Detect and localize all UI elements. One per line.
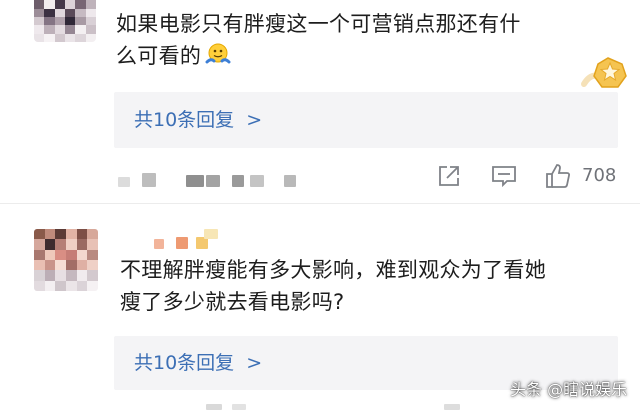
username-blur [154,239,164,249]
comment-meta-blur [250,175,264,187]
comment-text-line: 不理解胖瘦能有多大影响，难到观众为了看她 [120,258,546,282]
comment-meta-blur [232,404,246,410]
watermark: 头条 @瞎说娱乐 [510,380,628,399]
username-blur [204,229,218,239]
comment-divider [0,203,640,204]
comment-meta-blur [186,175,204,187]
reply-count-label: 共10条回复 [134,109,235,131]
like-count: 708 [582,165,617,186]
comment-meta-blur [284,175,296,187]
like-icon [544,162,572,194]
chevron-right-icon: > [246,109,263,131]
view-replies-link[interactable]: 共10条回复 > [134,353,262,373]
comment-text-line: 瘦了多少就去看电影吗? [120,290,345,314]
comment-meta-blur [142,173,156,187]
comment-text: 如果电影只有胖瘦这一个可营销点那还有什 么可看的 [116,8,626,77]
comment-meta-blur [206,175,220,187]
comment-text: 不理解胖瘦能有多大影响，难到观众为了看她 瘦了多少就去看电影吗? [120,254,630,318]
like-button[interactable]: 708 [544,161,620,191]
comment-meta-blur [206,404,222,410]
comment-text-line: 如果电影只有胖瘦这一个可营销点那还有什 [116,12,521,36]
comment-text-line-end: 么可看的 [116,44,202,68]
comment-meta-blur [118,177,130,187]
reply-box[interactable]: 共10条回复 > [114,92,618,148]
comment-text-line: 么可看的 [116,40,626,77]
avatar[interactable] [34,229,98,291]
view-replies-link[interactable]: 共10条回复 > [134,110,262,130]
comment-meta-blur [232,175,244,187]
reply-count-label: 共10条回复 [134,352,235,374]
comment-meta-blur [444,404,460,410]
gold-star-badge-icon [578,54,634,90]
shrug-emoji-icon [205,42,231,77]
chevron-right-icon: > [246,352,263,374]
comment-icon[interactable] [490,163,518,189]
avatar[interactable] [34,0,96,42]
share-icon[interactable] [436,163,462,189]
username-blur [176,237,188,249]
